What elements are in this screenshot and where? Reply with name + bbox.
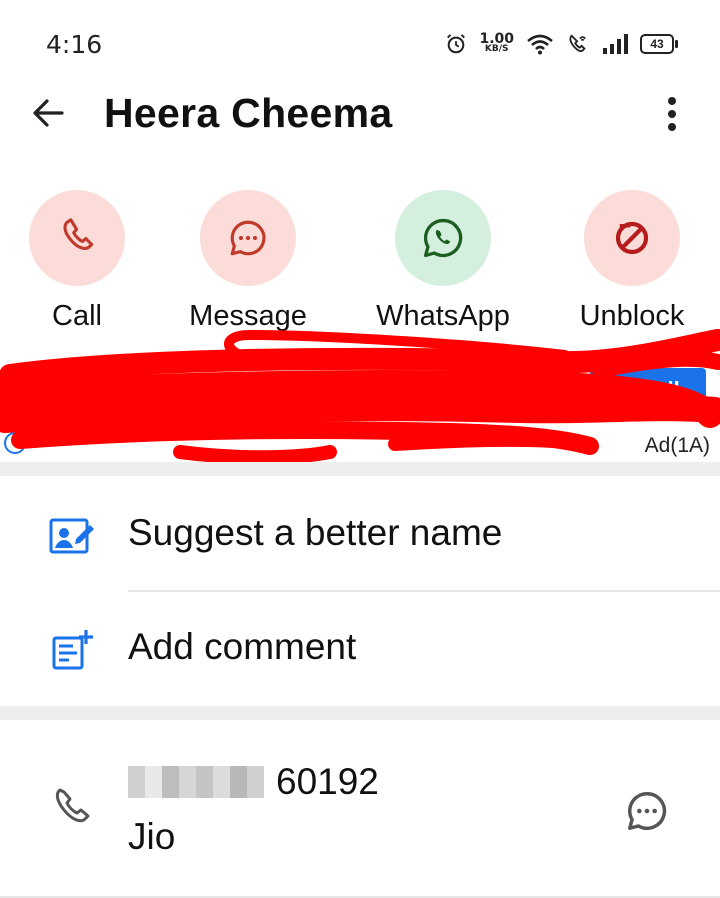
phone-number: 60192 [128, 761, 379, 802]
section-gap [0, 462, 720, 476]
phone-number-row[interactable] [0, 720, 720, 896]
redaction-scribble [0, 329, 720, 465]
add-comment-icon [52, 630, 93, 670]
suggest-name-row[interactable]: Suggest a better name [0, 476, 720, 592]
masked-digits [128, 766, 264, 798]
phone-outline-icon [55, 788, 90, 823]
phone-number-visible: 60192 [276, 761, 379, 802]
sms-icon[interactable] [624, 788, 670, 834]
edit-contact-icon [49, 518, 94, 554]
add-comment-label: Add comment [128, 626, 357, 667]
suggest-name-label: Suggest a better name [128, 512, 503, 553]
add-comment-row[interactable]: Add comment [0, 592, 720, 706]
section-gap [0, 706, 720, 720]
carrier-label: Jio [128, 816, 176, 857]
